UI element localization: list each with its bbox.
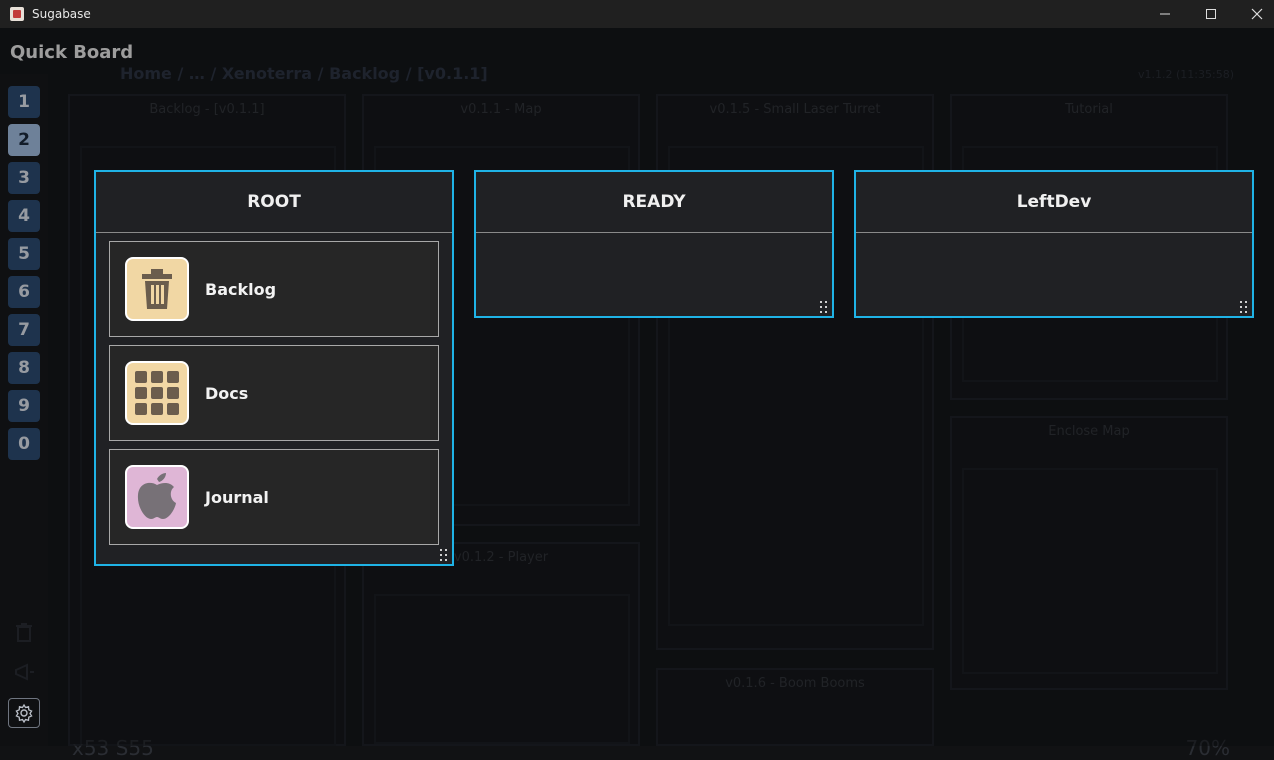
close-icon — [1251, 8, 1263, 20]
panel-title: LeftDev — [856, 172, 1252, 233]
panel-root: ROOT Backlog Docs Journal — [94, 170, 454, 566]
panel-title: READY — [476, 172, 832, 233]
apple-icon — [125, 465, 189, 529]
resize-handle[interactable] — [820, 301, 828, 313]
settings-button[interactable] — [8, 698, 40, 728]
minimize-button[interactable] — [1142, 0, 1188, 28]
list-item-journal[interactable]: Journal — [109, 449, 439, 545]
window-title: Sugabase — [32, 7, 91, 21]
panel-ready: READY — [474, 170, 834, 318]
app-logo-icon — [10, 7, 24, 21]
list-item-label: Journal — [205, 487, 269, 507]
list-item-docs[interactable]: Docs — [109, 345, 439, 441]
title-bar: Sugabase — [0, 0, 1274, 28]
list-item-backlog[interactable]: Backlog — [109, 241, 439, 337]
maximize-button[interactable] — [1188, 0, 1234, 28]
panel-leftdev: LeftDev — [854, 170, 1254, 318]
gear-icon — [15, 703, 33, 723]
list-item-label: Backlog — [205, 279, 277, 299]
trash-icon — [125, 257, 189, 321]
resize-handle[interactable] — [440, 549, 448, 561]
grid-icon — [125, 361, 189, 425]
list-item-label: Docs — [205, 383, 249, 403]
minimize-icon — [1160, 13, 1170, 15]
close-button[interactable] — [1234, 0, 1274, 28]
resize-handle[interactable] — [1240, 301, 1248, 313]
panel-title: ROOT — [96, 172, 452, 233]
maximize-icon — [1206, 9, 1216, 19]
